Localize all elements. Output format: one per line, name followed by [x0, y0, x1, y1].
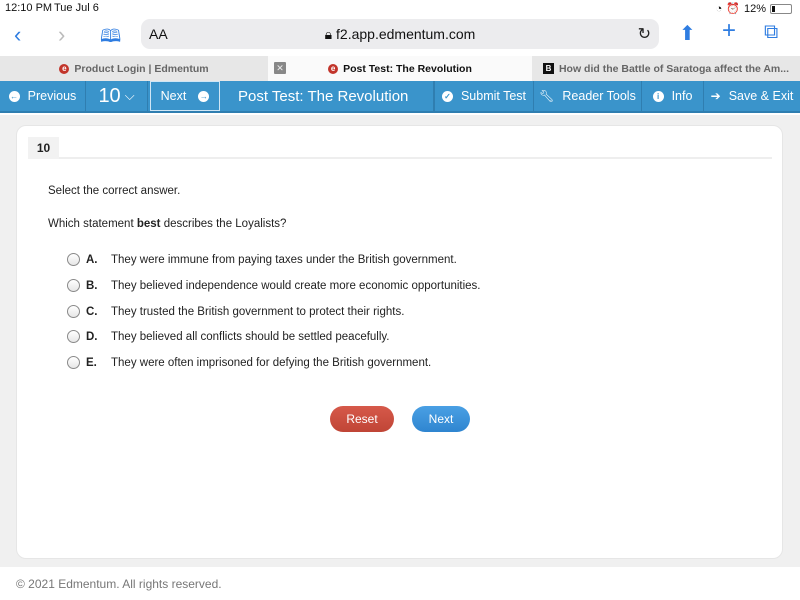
option-text: They were immune from paying taxes under… [111, 253, 457, 266]
brainly-favicon-icon: B [542, 63, 554, 74]
save-exit-button[interactable]: ➔ Save & Exit [704, 81, 800, 111]
sign-in-icon: ➔ [710, 89, 721, 103]
option-text: They believed all conflicts should be se… [111, 330, 390, 343]
answer-option-b[interactable]: B. They believed independence would crea… [67, 279, 481, 292]
tab-label: Product Login | Edmentum [74, 62, 209, 75]
answer-option-d[interactable]: D. They believed all conflicts should be… [67, 330, 390, 343]
battery-percent: 12% [743, 2, 766, 15]
status-bar: 12:10 PM Tue Jul 6 ◔ ⏰ 12% [0, 0, 800, 16]
info-button[interactable]: i Info [642, 81, 704, 111]
option-letter: B. [86, 279, 98, 292]
info-icon: i [652, 90, 664, 102]
address-bar[interactable]: AA 🔒︎ f2.app.edmentum.com ↻ [141, 19, 659, 49]
url-value: f2.app.edmentum.com [336, 26, 476, 42]
radio-button[interactable] [67, 279, 80, 292]
radio-button[interactable] [67, 305, 80, 318]
save-exit-label: Save & Exit [728, 89, 794, 103]
test-title: Post Test: The Revolution [222, 81, 434, 111]
option-text: They were often imprisoned for defying t… [111, 356, 432, 369]
alarm-icon: ⏰ [726, 3, 740, 15]
arrow-left-circle-icon: ← [8, 90, 20, 102]
option-letter: A. [86, 253, 98, 266]
wrench-icon: 🔧︎ [539, 89, 555, 103]
share-icon[interactable]: ⬆︎ [679, 21, 696, 46]
page-background: 10 Select the correct answer. Which stat… [0, 115, 800, 567]
back-icon[interactable]: ‹ [14, 22, 21, 48]
question-number: 10 [98, 84, 121, 107]
radio-button[interactable] [67, 330, 80, 343]
test-toolbar: ← Previous 10 ⌵ Next → Post Test: The Re… [0, 81, 800, 113]
submit-test-button[interactable]: ✓ Submit Test [434, 81, 534, 111]
new-tab-icon[interactable]: + [722, 17, 736, 45]
prompt-text: Which statement [48, 218, 137, 230]
option-letter: E. [86, 356, 97, 369]
option-text: They trusted the British government to p… [111, 305, 405, 318]
question-number-badge: 10 [28, 137, 59, 159]
next-label: Next [160, 89, 187, 103]
next-button[interactable]: Next [412, 406, 470, 432]
tab-bar: e Product Login | Edmentum e Post Test: … [0, 56, 800, 81]
answer-option-a[interactable]: A. They were immune from paying taxes un… [67, 253, 457, 266]
instruction-text: Select the correct answer. [48, 185, 181, 197]
test-title-text: Post Test: The Revolution [238, 87, 409, 105]
question-selector[interactable]: 10 ⌵ [86, 81, 148, 111]
radio-button[interactable] [67, 356, 80, 369]
browser-toolbar: ‹ › 🕮 AA 🔒︎ f2.app.edmentum.com ↻ ⬆︎ + ⧉ [0, 16, 800, 54]
status-time: 12:10 PM [5, 2, 53, 14]
option-letter: D. [86, 330, 98, 343]
prompt-text: describes the Loyalists? [160, 218, 287, 230]
status-indicators: ◔ ⏰ 12% [716, 2, 792, 15]
question-header: 10 [28, 137, 772, 159]
close-tab-icon[interactable]: ✕ [274, 62, 286, 74]
edmentum-favicon-icon: e [328, 63, 339, 74]
reader-tools-label: Reader Tools [562, 89, 636, 103]
tab-label: How did the Battle of Saratoga affect th… [558, 62, 790, 75]
question-card: 10 Select the correct answer. Which stat… [16, 125, 783, 559]
tab-product-login[interactable]: e Product Login | Edmentum [0, 56, 268, 81]
question-prompt: Which statement best describes the Loyal… [48, 218, 286, 230]
battery-icon [770, 3, 792, 14]
previous-label: Previous [27, 89, 77, 103]
answer-option-c[interactable]: C. They trusted the British government t… [67, 305, 404, 318]
chevron-down-icon: ⌵ [124, 88, 135, 103]
info-label: Info [671, 89, 693, 103]
check-circle-icon: ✓ [441, 90, 453, 102]
tab-label: Post Test: The Revolution [343, 62, 472, 75]
lock-icon: 🔒︎ [324, 26, 337, 42]
option-text: They believed independence would create … [111, 279, 481, 292]
previous-button[interactable]: ← Previous [0, 81, 86, 111]
reload-icon[interactable]: ↻ [638, 24, 651, 44]
footer-copyright: © 2021 Edmentum. All rights reserved. [16, 577, 222, 591]
toolbar-next-button[interactable]: Next → [150, 81, 220, 111]
option-letter: C. [86, 305, 98, 318]
radio-button[interactable] [67, 253, 80, 266]
tabs-overview-icon[interactable]: ⧉ [764, 21, 778, 44]
reader-tools-button[interactable]: 🔧︎ Reader Tools [534, 81, 642, 111]
edmentum-favicon-icon: e [59, 63, 70, 74]
answer-option-e[interactable]: E. They were often imprisoned for defyin… [67, 356, 431, 369]
tab-battle-saratoga[interactable]: B How did the Battle of Saratoga affect … [532, 56, 800, 81]
tab-post-test[interactable]: e Post Test: The Revolution [268, 56, 532, 81]
bookmarks-icon[interactable]: 🕮 [100, 24, 121, 54]
url-text: 🔒︎ f2.app.edmentum.com [141, 26, 659, 43]
submit-label: Submit Test [460, 89, 527, 103]
prompt-emphasis: best [136, 218, 161, 230]
wifi-icon: ◔ [715, 2, 723, 15]
forward-icon[interactable]: › [58, 22, 65, 48]
arrow-right-circle-icon: → [198, 90, 210, 102]
status-date: Tue Jul 6 [54, 2, 99, 14]
reset-button[interactable]: Reset [330, 406, 394, 432]
